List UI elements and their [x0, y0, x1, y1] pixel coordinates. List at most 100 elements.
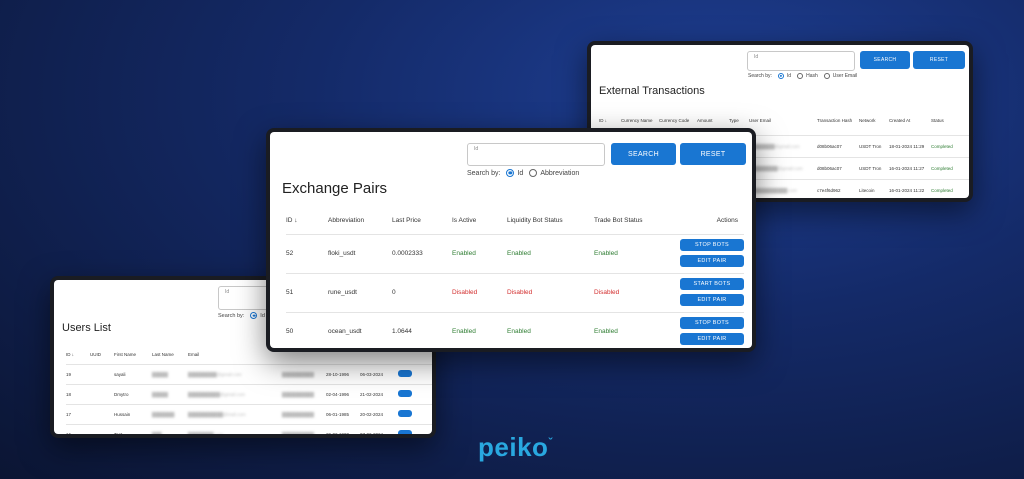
search-placeholder: Id — [754, 54, 759, 60]
search-button[interactable]: SEARCH — [611, 143, 676, 165]
search-by-label: Search by: — [748, 73, 772, 79]
is-active-cell: Enabled — [452, 328, 476, 336]
search-placeholder: Id — [474, 146, 479, 152]
status-cell: Completed — [931, 187, 953, 193]
created-cell: 16-01-2024 11:22 — [889, 187, 925, 193]
start-bots-button[interactable]: START BOTS — [680, 277, 744, 290]
reg-cell: 07-02-2024 — [360, 424, 398, 434]
page-title: External Transactions — [599, 85, 705, 97]
radio-id-label: Id — [260, 312, 265, 319]
radio-abbreviation[interactable] — [529, 169, 538, 177]
col-id[interactable]: ID ↓ — [286, 208, 328, 234]
status-cell: Completed — [931, 165, 953, 171]
col-uuid: UUID — [90, 352, 101, 358]
reg-cell: 06-03-2024 — [360, 371, 384, 377]
radio-user-email[interactable] — [823, 73, 830, 79]
id-cell: 16 — [66, 424, 90, 434]
radio-id[interactable] — [506, 169, 515, 177]
page-background: { "brand": { "logo_text": "peiko" }, "ex… — [0, 0, 1024, 479]
exchange-pairs-window: Id SEARCH RESET Search by: Id Abbreviati… — [266, 128, 756, 352]
is-active-cell: Disabled — [452, 289, 478, 296]
col-user-email: User Email — [749, 118, 772, 124]
last-price-cell: 1.0644 — [392, 328, 412, 336]
network-cell: USDT Tron — [859, 165, 882, 171]
row-action-button[interactable] — [398, 430, 412, 434]
is-active-cell: Enabled — [452, 250, 476, 257]
birth-cell: 06-01-1985 — [326, 411, 350, 417]
birth-cell: 28-10-1996 — [326, 371, 350, 377]
col-id[interactable]: ID ↓ — [66, 346, 90, 364]
col-abbreviation: Abbreviation — [328, 217, 365, 225]
hash-cell: d08b06ac07 — [817, 165, 842, 171]
search-input[interactable]: Id — [747, 51, 855, 71]
peiko-logo: peikoˇ — [478, 432, 553, 463]
exchange-pairs-screen: Id SEARCH RESET Search by: Id Abbreviati… — [270, 132, 752, 348]
page-title: Users List — [62, 322, 111, 334]
reset-button[interactable]: RESET — [680, 143, 746, 165]
col-created-at: Created At — [889, 118, 911, 124]
radio-id[interactable] — [250, 312, 258, 319]
radio-hash[interactable] — [797, 73, 804, 79]
row-action-button[interactable] — [398, 410, 412, 417]
col-last-price: Last Price — [392, 217, 421, 225]
exchange-pairs-table: ID ↓ Abbreviation Last Price Is Active L… — [286, 208, 744, 348]
reset-button[interactable]: RESET — [913, 51, 965, 69]
edit-pair-button[interactable]: EDIT PAIR — [680, 293, 744, 306]
trade-bot-status-cell: Disabled — [594, 289, 620, 296]
stop-bots-button[interactable]: STOP BOTS — [680, 316, 744, 329]
table-row[interactable]: 17 Hussain ███████ ███████████@mail.com … — [66, 404, 432, 424]
birth-cell: 02-04-1996 — [326, 391, 350, 397]
id-cell: 51 — [286, 289, 294, 296]
actions-cell: STOP BOTS EDIT PAIR — [674, 234, 744, 273]
created-cell: 16-01-2024 11:27 — [889, 165, 925, 171]
abbreviation-cell: ocean_usdt — [328, 328, 362, 336]
table-row[interactable]: 16 Test ███ ████████.com ██████████ 29-0… — [66, 424, 432, 434]
trade-bot-status-cell: Enabled — [594, 250, 618, 257]
id-cell: 18 — [66, 391, 72, 397]
created-cell: 18-01-2024 11:29 — [889, 143, 925, 149]
radio-id[interactable] — [777, 73, 784, 79]
table-row[interactable]: 19 sayali █████ █████████@gmail.com ████… — [66, 364, 432, 384]
row-action-button[interactable] — [398, 370, 412, 377]
table-row: 50 ocean_usdt 1.0644 Enabled Enabled Ena… — [286, 312, 744, 348]
id-cell: 17 — [66, 411, 72, 417]
liquidity-bot-status-cell: Enabled — [507, 250, 531, 257]
col-trade-bot-status: Trade Bot Status — [594, 217, 643, 225]
last-price-cell: 0.0002333 — [392, 250, 423, 257]
first-name-cell: Test — [114, 424, 152, 434]
table-row: 52 floki_usdt 0.0002333 Enabled Enabled … — [286, 234, 744, 273]
liquidity-bot-status-cell: Enabled — [507, 328, 531, 336]
row-action-button[interactable] — [398, 390, 412, 397]
actions-cell: STOP BOTS EDIT PAIR — [674, 312, 744, 348]
table-row[interactable]: 18 Dmytro █████ ██████████@gmail.com ███… — [66, 384, 432, 404]
search-input[interactable]: Id — [467, 143, 605, 166]
abbreviation-cell: rune_usdt — [328, 289, 357, 296]
birth-cell: 29-02-1900 — [326, 424, 360, 434]
col-liquidity-bot-status: Liquidity Bot Status — [507, 217, 563, 225]
edit-pair-button[interactable]: EDIT PAIR — [680, 254, 744, 267]
table-header: ID ↓ Abbreviation Last Price Is Active L… — [286, 208, 744, 234]
user-email-cell: █████████@gmail.com — [749, 165, 803, 171]
col-is-active: Is Active — [452, 217, 477, 225]
actions-cell: START BOTS EDIT PAIR — [674, 273, 744, 312]
stop-bots-button[interactable]: STOP BOTS — [680, 238, 744, 251]
search-placeholder: Id — [225, 289, 230, 295]
table-row: 51 rune_usdt 0 Disabled Disabled Disable… — [286, 273, 744, 312]
radio-id-label: Id — [786, 73, 792, 79]
search-by-label: Search by: — [218, 312, 245, 319]
hash-cell: c7e4f6d962 — [817, 187, 841, 193]
edit-pair-button[interactable]: EDIT PAIR — [680, 332, 744, 345]
radio-user-email-label: User Email — [832, 73, 858, 79]
liquidity-bot-status-cell: Disabled — [507, 289, 533, 296]
first-name-cell: Dmytro — [114, 391, 129, 397]
hash-cell: d08b06ac07 — [817, 143, 842, 149]
col-last-name: Last Name — [152, 352, 174, 358]
logo-accent-icon: ˇ — [548, 435, 553, 450]
user-email-cell: ████████████.com — [749, 187, 798, 193]
user-email-cell: ████████@gmail.com — [749, 143, 800, 149]
status-cell: Completed — [931, 143, 953, 149]
col-actions: Actions — [716, 217, 738, 225]
users-table: ID ↓ UUID First Name Last Name Email 19 … — [66, 346, 432, 434]
search-button[interactable]: SEARCH — [860, 51, 910, 69]
network-cell: Litecoin — [859, 187, 875, 193]
